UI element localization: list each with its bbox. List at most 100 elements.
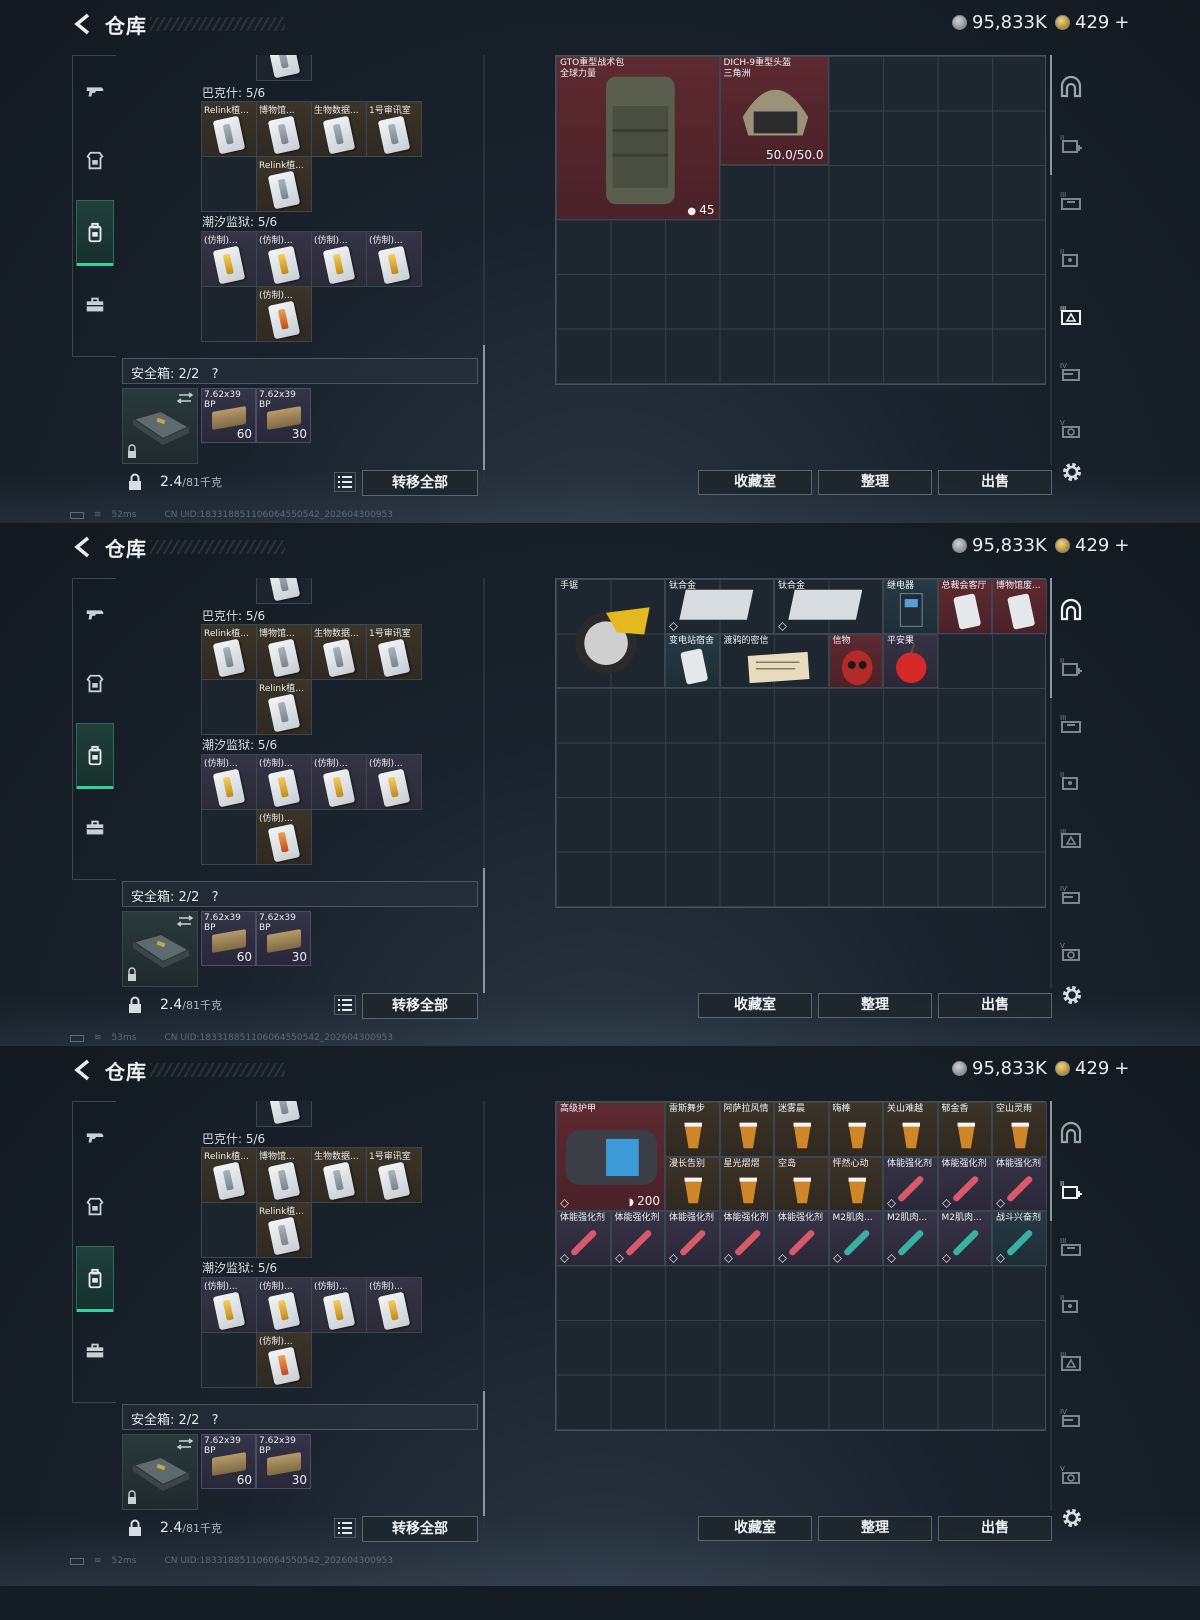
ammo-slot[interactable]: 7.62x39 BP 30 (256, 388, 311, 443)
inventory-slot[interactable]: (仿制)... (256, 1332, 312, 1388)
stash-item[interactable]: 高级护甲 ◗ 200 (556, 1102, 665, 1211)
stash-item[interactable]: 信物 (828, 633, 883, 688)
inventory-slot[interactable]: (仿制)... (366, 1277, 422, 1333)
stash-item[interactable]: 郁金香 (937, 1102, 992, 1157)
nav-armor[interactable] (76, 1174, 114, 1240)
stash-item[interactable]: 体能强化剂 (992, 1156, 1047, 1211)
inventory-slot[interactable]: (仿制)... (256, 809, 312, 865)
stash-item[interactable]: 漫长告别 (665, 1156, 720, 1211)
add-currency-button[interactable]: + (1114, 1058, 1129, 1079)
stash-page-5[interactable]: III (1056, 300, 1086, 330)
settings-gear-icon[interactable] (1060, 460, 1084, 484)
transfer-all-button[interactable]: 转移全部 (362, 1516, 478, 1542)
stash-scrollbar[interactable] (1050, 55, 1052, 465)
inventory-slot[interactable]: (仿制)... (311, 754, 367, 810)
inventory-slot[interactable] (256, 55, 312, 81)
stash-item[interactable]: 星光熠熠 (719, 1156, 774, 1211)
inventory-slot[interactable]: (仿制)... (256, 286, 312, 342)
stash-page-4[interactable]: II (1056, 1289, 1086, 1319)
list-view-button[interactable] (334, 472, 356, 492)
stash-item[interactable]: 体能强化剂 (774, 1211, 829, 1266)
organize-button[interactable]: 整理 (818, 470, 932, 495)
inventory-slot[interactable]: 1号审讯室 (366, 101, 422, 157)
inventory-slot[interactable]: Relink植... (256, 1202, 312, 1258)
stash-item[interactable]: 钛合金 (774, 579, 883, 634)
stash-item[interactable]: 体能强化剂 (665, 1211, 720, 1266)
stash-item[interactable]: 雷斯舞步 (665, 1102, 720, 1157)
sell-button[interactable]: 出售 (938, 1516, 1052, 1541)
empty-slot[interactable] (201, 1202, 257, 1258)
nav-backpack[interactable] (76, 200, 114, 266)
collection-room-button[interactable]: 收藏室 (698, 993, 812, 1018)
add-currency-button[interactable]: + (1114, 12, 1129, 33)
settings-gear-icon[interactable] (1060, 1506, 1084, 1530)
inventory-slot[interactable]: (仿制)... (311, 231, 367, 287)
list-view-button[interactable] (334, 1518, 356, 1538)
stash-item[interactable]: 体能强化剂 (610, 1211, 665, 1266)
stash-page-6[interactable]: IV (1056, 357, 1086, 387)
stash-page-7[interactable]: V (1056, 414, 1086, 444)
inventory-slot[interactable]: (仿制)... (256, 754, 312, 810)
inventory-slot[interactable] (256, 578, 312, 604)
stash-page-4[interactable]: II (1056, 766, 1086, 796)
inventory-slot[interactable]: Relink植... (201, 624, 257, 680)
transfer-all-button[interactable]: 转移全部 (362, 993, 478, 1019)
stash-item[interactable]: M2肌肉... (828, 1211, 883, 1266)
ammo-slot[interactable]: 7.62x39 BP 60 (201, 388, 256, 443)
inventory-slot[interactable]: Relink植... (201, 101, 257, 157)
collection-room-button[interactable]: 收藏室 (698, 470, 812, 495)
ammo-slot[interactable]: 7.62x39 BP 60 (201, 911, 256, 966)
inventory-slot[interactable]: 博物馆... (256, 1147, 312, 1203)
stash-item[interactable]: 战斗兴奋剂 (992, 1211, 1047, 1266)
stash-item[interactable]: DICH-9重型头盔 三角洲 50.0/50.0 (719, 56, 829, 165)
stash-item[interactable]: GTO重型战术包 全球力量 ● 45 (556, 56, 720, 220)
stash-item[interactable]: 手锯 (556, 579, 665, 688)
empty-slot[interactable] (201, 1332, 257, 1388)
stash-page-7[interactable]: V (1056, 1460, 1086, 1490)
empty-slot[interactable] (201, 679, 257, 735)
stash-grid[interactable]: 手锯 钛合金 钛合金 继电器 总裁会客厅 博物馆废... 变电站宿舍 渡鸦的密信 信物 平安果 (555, 578, 1047, 908)
back-arrow-icon[interactable] (72, 535, 92, 559)
gold-currency[interactable]: 429 + (1055, 535, 1129, 556)
stash-grid[interactable]: 高级护甲 ◗ 200 雷斯舞步 阿萨拉风情 迷雾晨 嗨棒 关山难越 郁金香 空山灵雨 漫长告别 星光… (555, 1101, 1047, 1431)
stash-scrollbar[interactable] (1050, 578, 1052, 988)
nav-weapon[interactable] (76, 58, 114, 124)
stash-item[interactable]: M2肌肉... (883, 1211, 938, 1266)
inventory-slot[interactable]: 生物数据... (311, 624, 367, 680)
organize-button[interactable]: 整理 (818, 1516, 932, 1541)
stash-page-2[interactable]: II (1056, 129, 1086, 159)
nav-armor[interactable] (76, 651, 114, 717)
stash-item[interactable]: 迷雾晨 (774, 1102, 829, 1157)
stash-page-5[interactable]: III (1056, 823, 1086, 853)
inventory-slot[interactable]: (仿制)... (311, 1277, 367, 1333)
stash-item[interactable]: 渡鸦的密信 (719, 633, 829, 688)
add-currency-button[interactable]: + (1114, 535, 1129, 556)
stash-item[interactable]: M2肌肉... (937, 1211, 992, 1266)
stash-item[interactable]: 空岛 (774, 1156, 829, 1211)
inventory-slot[interactable]: (仿制)... (256, 1277, 312, 1333)
organize-button[interactable]: 整理 (818, 993, 932, 1018)
inventory-slot[interactable]: (仿制)... (201, 754, 257, 810)
list-view-button[interactable] (334, 995, 356, 1015)
safe-box-case[interactable] (122, 911, 198, 987)
stash-scrollbar[interactable] (1050, 1101, 1052, 1511)
inventory-slot[interactable]: 1号审讯室 (366, 1147, 422, 1203)
lock-button[interactable] (122, 468, 148, 496)
nav-armor[interactable] (76, 128, 114, 194)
stash-item[interactable]: 钛合金 (665, 579, 774, 634)
inventory-slot[interactable]: (仿制)... (201, 231, 257, 287)
nav-case[interactable] (76, 272, 114, 338)
backpack-scrollbar[interactable] (483, 1101, 485, 1529)
safe-box-case[interactable] (122, 388, 198, 464)
stash-page-4[interactable]: II (1056, 243, 1086, 273)
help-icon[interactable]: ? (212, 1413, 219, 1428)
nav-case[interactable] (76, 1318, 114, 1384)
stash-item[interactable]: 变电站宿舍 (665, 633, 720, 688)
stash-page-main[interactable] (1056, 595, 1086, 625)
help-icon[interactable]: ? (212, 367, 219, 382)
stash-item[interactable]: 阿萨拉风情 (719, 1102, 774, 1157)
collection-room-button[interactable]: 收藏室 (698, 1516, 812, 1541)
inventory-slot[interactable]: (仿制)... (366, 231, 422, 287)
gold-currency[interactable]: 429 + (1055, 12, 1129, 33)
inventory-slot[interactable]: 1号审讯室 (366, 624, 422, 680)
